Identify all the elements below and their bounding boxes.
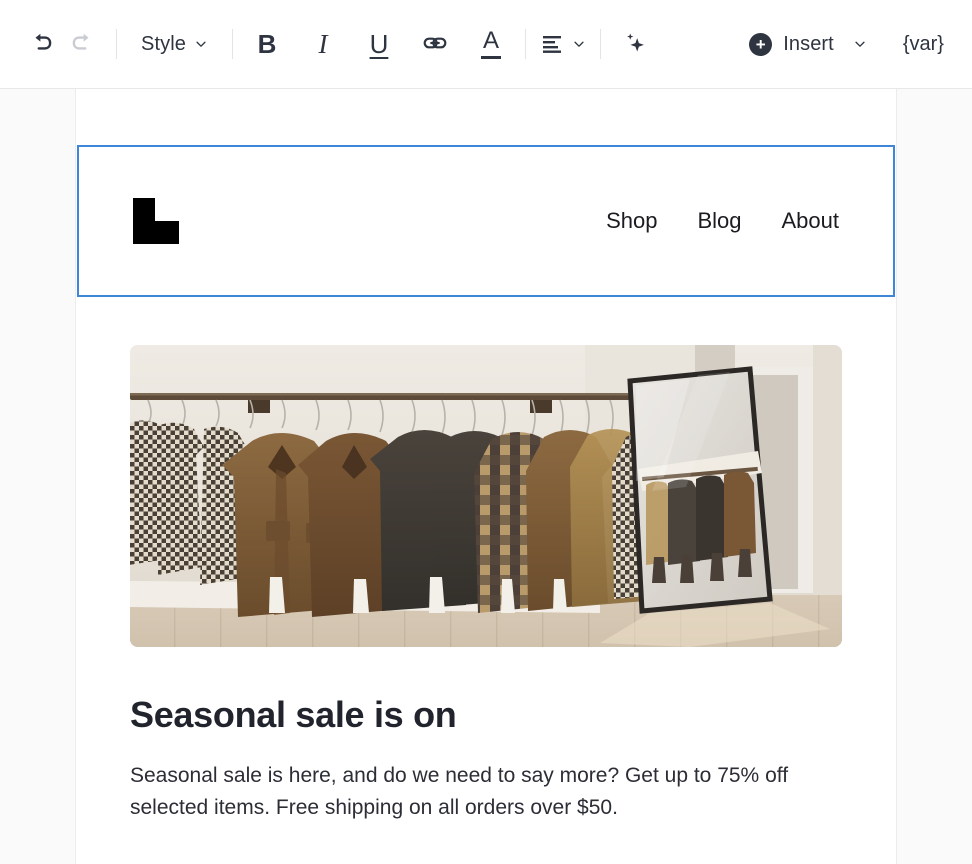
toolbar-divider-1 xyxy=(116,29,117,59)
chevron-down-icon xyxy=(853,37,867,51)
plus-circle-icon: + xyxy=(749,32,773,56)
chevron-down-icon xyxy=(572,37,586,51)
page-title: Seasonal sale is on xyxy=(130,694,457,735)
text-color-button[interactable]: A xyxy=(471,24,511,64)
editor-canvas-area: Shop Blog About Seasonal sale is on Seas… xyxy=(0,89,972,864)
toolbar-divider-3 xyxy=(524,29,526,59)
nav-link-blog[interactable]: Blog xyxy=(697,208,741,234)
email-content-block: Seasonal sale is on Seasonal sale is her… xyxy=(76,297,896,824)
nav-link-about[interactable]: About xyxy=(782,208,840,234)
link-button[interactable] xyxy=(415,24,455,64)
editor-toolbar: Style B I U A + Insert {var} xyxy=(0,0,972,89)
link-icon xyxy=(422,30,448,59)
chevron-down-icon xyxy=(194,37,208,51)
toolbar-divider-2 xyxy=(231,29,233,59)
italic-button[interactable]: I xyxy=(303,24,343,64)
redo-button[interactable] xyxy=(62,24,102,64)
style-dropdown[interactable]: Style xyxy=(131,24,218,64)
email-header-block[interactable]: Shop Blog About xyxy=(77,145,895,297)
insert-button[interactable]: + Insert xyxy=(743,24,873,64)
hero-image[interactable] xyxy=(130,345,842,647)
underline-button[interactable]: U xyxy=(359,24,399,64)
nav-link-shop[interactable]: Shop xyxy=(606,208,657,234)
undo-arrow-icon xyxy=(29,30,55,59)
site-navigation: Shop Blog About xyxy=(606,208,839,234)
ai-assist-button[interactable] xyxy=(615,24,655,64)
brand-logo-icon[interactable] xyxy=(133,198,179,244)
logo-horizontal-bar xyxy=(133,221,179,244)
bold-button[interactable]: B xyxy=(247,24,287,64)
sparkle-icon xyxy=(622,30,648,59)
email-page-canvas: Shop Blog About Seasonal sale is on Seas… xyxy=(75,89,897,864)
text-color-letter: A xyxy=(482,27,499,55)
style-dropdown-label: Style xyxy=(141,32,186,55)
body-paragraph: Seasonal sale is here, and do we need to… xyxy=(130,764,789,819)
align-dropdown[interactable] xyxy=(540,24,586,64)
align-left-icon xyxy=(540,31,564,58)
insert-label: Insert xyxy=(783,32,834,55)
variable-button[interactable]: {var} xyxy=(897,24,950,64)
text-color-bar xyxy=(480,56,501,59)
redo-arrow-icon xyxy=(69,30,95,59)
undo-button[interactable] xyxy=(22,24,62,64)
text-color-icon: A xyxy=(480,27,501,59)
toolbar-divider-4 xyxy=(599,29,601,59)
